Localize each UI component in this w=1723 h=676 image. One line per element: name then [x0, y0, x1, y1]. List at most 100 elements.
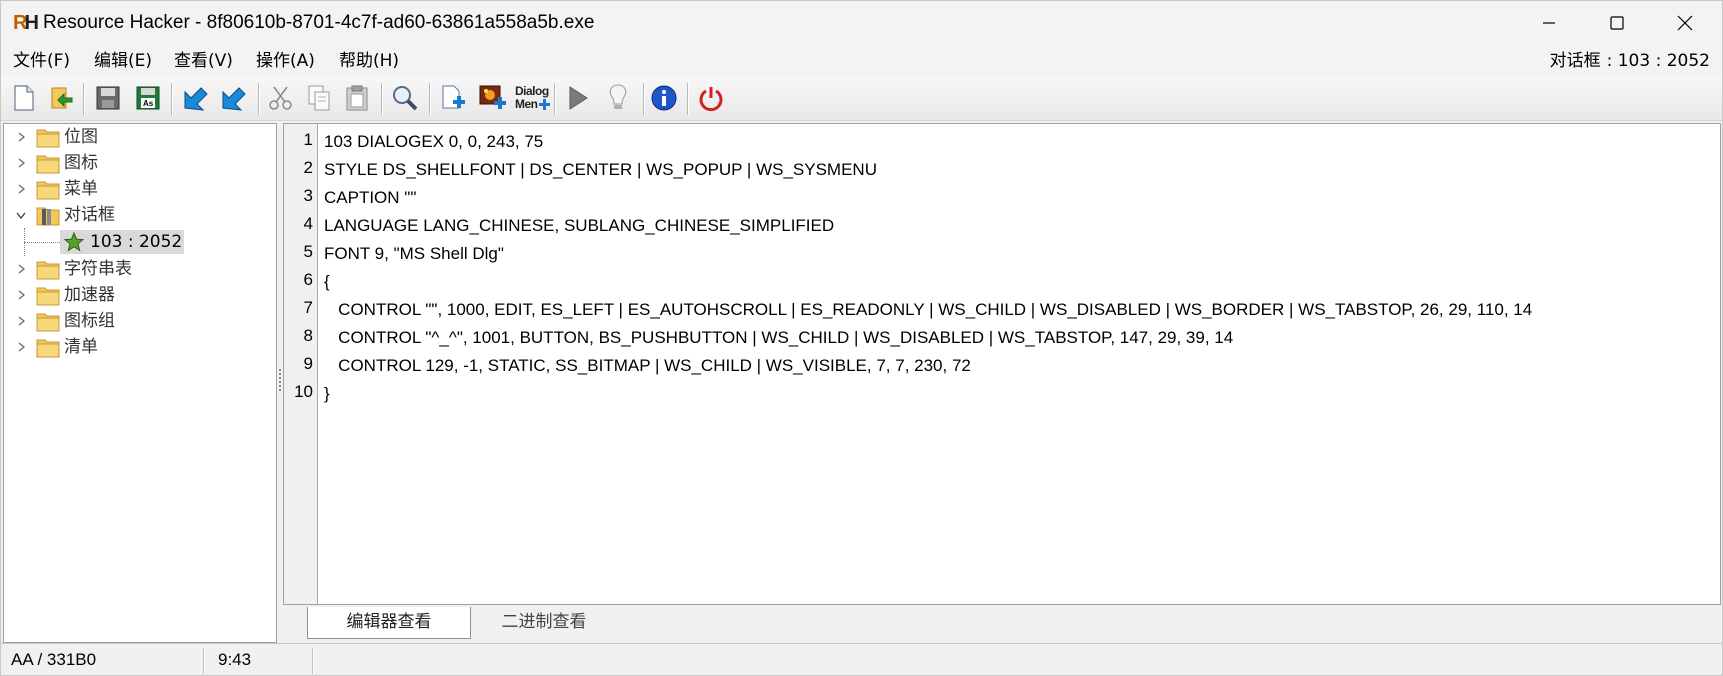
tree-node-label: 图标: [64, 153, 98, 173]
menu-view[interactable]: 查看(V): [172, 49, 235, 73]
tree-node-label: 103 : 2052: [90, 232, 183, 252]
dialog-label: Dialog: [515, 84, 549, 98]
folder-icon: [36, 313, 60, 332]
open-folder-icon: [36, 207, 60, 226]
title-bar[interactable]: RH Resource Hacker - 8f80610b-8701-4c7f-…: [1, 1, 1722, 45]
chevron-right-icon[interactable]: [14, 130, 28, 144]
toolbar-separator: [171, 83, 173, 115]
find-button[interactable]: [388, 81, 422, 115]
menu-action[interactable]: 操作(A): [254, 49, 317, 73]
tree-node-dialog[interactable]: 对话框: [4, 202, 276, 228]
save-icon: [96, 86, 120, 110]
code-line[interactable]: STYLE DS_SHELLFONT | DS_CENTER | WS_POPU…: [324, 159, 877, 181]
tree-node-label: 菜单: [64, 179, 98, 199]
chevron-right-icon[interactable]: [14, 156, 28, 170]
svg-text:As: As: [143, 99, 154, 108]
code-line[interactable]: CONTROL "^_^", 1001, BUTTON, BS_PUSHBUTT…: [324, 327, 1233, 349]
menu-file[interactable]: 文件(F): [11, 49, 72, 73]
paste-icon: [346, 85, 368, 111]
new-file-icon: [14, 85, 34, 111]
chevron-down-icon[interactable]: [14, 208, 28, 222]
new-button[interactable]: [7, 81, 41, 115]
compile-button[interactable]: [178, 81, 212, 115]
tree-node-label: 位图: [64, 127, 98, 147]
folder-icon: [36, 129, 60, 148]
code-line[interactable]: CONTROL "", 1000, EDIT, ES_LEFT | ES_AUT…: [324, 299, 1532, 321]
arrow-icon: [222, 87, 246, 111]
chevron-right-icon[interactable]: [14, 262, 28, 276]
code-line[interactable]: FONT 9, "MS Shell Dlg": [324, 243, 504, 265]
resource-indicator: 对话框: 103 : 2052: [1544, 49, 1710, 73]
tree-node-manifest[interactable]: 清单: [4, 334, 276, 360]
tree-node-menu[interactable]: 菜单: [4, 176, 276, 202]
dialog-menu-button[interactable]: Dialog Men: [513, 81, 551, 115]
tree-node-icon[interactable]: 图标: [4, 150, 276, 176]
tree-node-label: 加速器: [64, 285, 115, 305]
magnifier-icon: [393, 86, 418, 111]
line-number: 1: [303, 130, 313, 149]
copy-button: [302, 81, 336, 115]
chevron-right-icon[interactable]: [14, 340, 28, 354]
code-line[interactable]: }: [324, 383, 330, 405]
save-button[interactable]: [91, 81, 125, 115]
line-number: 3: [303, 186, 313, 205]
tab-editor-view[interactable]: 编辑器查看: [307, 607, 471, 639]
status-divider: [203, 648, 205, 674]
tree-node-string-table[interactable]: 字符串表: [4, 256, 276, 282]
resource-tree[interactable]: 位图 图标 菜单 对话框 103 : 2052 字符串表 加速器 图标组 清单: [3, 123, 277, 643]
tree-node-accelerators[interactable]: 加速器: [4, 282, 276, 308]
lightbulb-icon: [609, 84, 627, 109]
chevron-right-icon[interactable]: [14, 288, 28, 302]
folder-icon: [36, 287, 60, 306]
resource-type: 对话框: [1549, 51, 1601, 71]
close-button[interactable]: [1649, 1, 1721, 45]
tree-node-bitmap[interactable]: 位图: [4, 124, 276, 150]
power-icon: [699, 87, 723, 112]
bookmark-button[interactable]: [216, 81, 250, 115]
maximize-icon: [1610, 16, 1624, 30]
tree-connector: [24, 242, 60, 243]
cut-button: [264, 81, 298, 115]
close-icon: [1677, 15, 1693, 31]
minimize-button[interactable]: [1513, 1, 1585, 45]
minimize-icon: [1543, 22, 1555, 24]
exit-button[interactable]: [694, 81, 728, 115]
chevron-right-icon[interactable]: [14, 314, 28, 328]
toolbar-separator: [381, 83, 383, 115]
info-icon: [651, 85, 677, 111]
open-button[interactable]: [45, 81, 79, 115]
code-line[interactable]: 103 DIALOGEX 0, 0, 243, 75: [324, 131, 543, 153]
tree-node-icon-group[interactable]: 图标组: [4, 308, 276, 334]
menu-bar: 文件(F) 编辑(E) 查看(V) 操作(A) 帮助(H) 对话框: 103 :…: [1, 45, 1722, 77]
line-number: 9: [303, 354, 313, 373]
line-number: 10: [294, 382, 313, 401]
app-icon: RH: [13, 12, 39, 34]
code-editor[interactable]: 1 2 3 4 5 6 7 8 9 10 103 DIALOGEX 0, 0, …: [283, 123, 1721, 605]
tab-binary-view[interactable]: 二进制查看: [479, 607, 609, 639]
tree-node-label: 图标组: [64, 311, 115, 331]
chevron-right-icon[interactable]: [14, 182, 28, 196]
add-image-button[interactable]: [476, 81, 510, 115]
add-resource-button[interactable]: [436, 81, 470, 115]
menu-edit[interactable]: 编辑(E): [92, 49, 154, 73]
code-line[interactable]: CONTROL 129, -1, STATIC, SS_BITMAP | WS_…: [324, 355, 971, 377]
maximize-button[interactable]: [1581, 1, 1653, 45]
code-line[interactable]: {: [324, 271, 330, 293]
add-document-icon: [442, 85, 465, 109]
line-number: 2: [303, 158, 313, 177]
add-image-icon: [479, 85, 506, 109]
toolbar-separator: [687, 83, 689, 115]
line-number: 6: [303, 270, 313, 289]
about-button[interactable]: [647, 81, 681, 115]
hint-button: [601, 81, 635, 115]
menu-help[interactable]: 帮助(H): [337, 49, 401, 73]
toolbar-separator: [643, 83, 645, 115]
code-line[interactable]: LANGUAGE LANG_CHINESE, SUBLANG_CHINESE_S…: [324, 215, 834, 237]
tree-node-label: 对话框: [64, 205, 115, 225]
toolbar-separator: [258, 83, 260, 115]
save-as-button[interactable]: As: [131, 81, 165, 115]
toolbar: As Dialog Men: [1, 77, 1722, 121]
open-file-icon: [51, 87, 73, 109]
code-line[interactable]: CAPTION "": [324, 187, 416, 209]
folder-icon: [36, 181, 60, 200]
